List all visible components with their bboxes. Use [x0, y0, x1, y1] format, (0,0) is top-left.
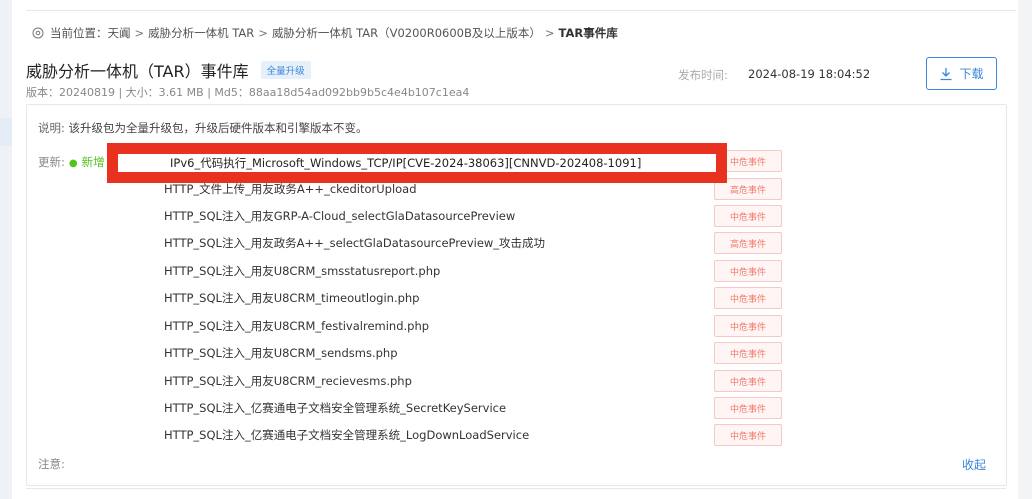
package-meta: 版本：20240819 | 大小：3.61 MB | Md5：88aa18d54… — [26, 86, 470, 99]
event-row: HTTP_SQL注入_用友U8CRM_timeoutlogin.php 中危事件 — [164, 287, 804, 309]
description: 说明: 该升级包为全量升级包，升级后硬件版本和引擎版本不变。 — [38, 120, 368, 136]
event-row: HTTP_SQL注入_亿赛通电子文档安全管理系统_LogDownLoadServ… — [164, 424, 804, 446]
page-title-text: 威胁分析一体机（TAR）事件库 — [26, 62, 249, 81]
main-panel: 当前位置： 天阗 > 威胁分析一体机 TAR > 威胁分析一体机 TAR（V02… — [12, 0, 1018, 499]
description-label: 说明: — [38, 121, 65, 135]
location-pin-icon — [32, 27, 44, 39]
breadcrumb-separator: > — [544, 26, 555, 40]
description-text: 该升级包为全量升级包，升级后硬件版本和引擎版本不变。 — [68, 121, 368, 135]
event-row: HTTP_SQL注入_用友U8CRM_sendsms.php 中危事件 — [164, 342, 804, 364]
highlight-annotation-box: IPv6_代码执行_Microsoft_Windows_TCP/IP[CVE-2… — [107, 143, 727, 183]
download-icon — [940, 67, 952, 80]
event-level-badge: 中危事件 — [714, 205, 782, 227]
event-name: HTTP_SQL注入_用友U8CRM_festivalremind.php — [164, 319, 430, 333]
breadcrumb-item-tar-version[interactable]: 威胁分析一体机 TAR（V0200R0600B及以上版本） — [272, 25, 541, 41]
event-level-badge: 中危事件 — [714, 397, 782, 419]
publish-time-value: 2024-08-19 18:04:52 — [748, 67, 871, 81]
event-row: HTTP_SQL注入_用友GRP-A-Cloud_selectGlaDataso… — [164, 205, 804, 227]
event-name: HTTP_SQL注入_用友GRP-A-Cloud_selectGlaDataso… — [164, 209, 516, 223]
event-name: HTTP_SQL注入_用友政务A++_selectGlaDatasourcePr… — [164, 236, 546, 250]
breadcrumb-separator: > — [258, 26, 268, 40]
upgrade-type-badge: 全量升级 — [260, 61, 311, 79]
breadcrumb-current: TAR事件库 — [558, 26, 618, 40]
event-level-badge: 中危事件 — [714, 424, 782, 446]
update-label-text: 更新: — [38, 155, 65, 169]
highlighted-event-name: IPv6_代码执行_Microsoft_Windows_TCP/IP[CVE-2… — [170, 156, 642, 170]
page-title: 威胁分析一体机（TAR）事件库 全量升级 — [26, 58, 311, 82]
event-level-badge: 中危事件 — [714, 260, 782, 282]
collapse-link[interactable]: 收起 — [962, 456, 986, 473]
event-name: HTTP_SQL注入_用友U8CRM_recievesms.php — [164, 374, 412, 388]
event-row: HTTP_SQL注入_用友政务A++_selectGlaDatasourcePr… — [164, 232, 804, 254]
event-name: HTTP_SQL注入_用友U8CRM_smsstatusreport.php — [164, 264, 441, 278]
publish-time-label: 发布时间: — [678, 68, 728, 82]
download-button-label: 下载 — [959, 67, 984, 81]
event-name: HTTP_SQL注入_用友U8CRM_timeoutlogin.php — [164, 291, 420, 305]
breadcrumb-item-tar[interactable]: 威胁分析一体机 TAR — [148, 25, 254, 41]
event-name: HTTP_SQL注入_用友U8CRM_sendsms.php — [164, 346, 398, 360]
event-level-badge: 中危事件 — [714, 370, 782, 392]
update-label: 更新: ● 新增 — [38, 154, 105, 170]
event-row: HTTP_SQL注入_用友U8CRM_festivalremind.php 中危… — [164, 315, 804, 337]
divider-top — [26, 10, 1016, 11]
event-name: HTTP_SQL注入_亿赛通电子文档安全管理系统_LogDownLoadServ… — [164, 428, 530, 442]
breadcrumb-separator: > — [134, 26, 145, 40]
left-sidebar-strip — [0, 0, 12, 499]
event-level-badge: 中危事件 — [714, 342, 782, 364]
event-name: HTTP_SQL注入_亿赛通电子文档安全管理系统_SecretKeyServic… — [164, 401, 507, 415]
event-row: HTTP_SQL注入_用友U8CRM_recievesms.php 中危事件 — [164, 370, 804, 392]
breadcrumb-item-tianchen[interactable]: 天阗 — [108, 25, 131, 41]
event-row: HTTP_SQL注入_亿赛通电子文档安全管理系统_SecretKeyServic… — [164, 397, 804, 419]
note-label: 注意: — [38, 457, 65, 471]
breadcrumb: 当前位置： 天阗 > 威胁分析一体机 TAR > 威胁分析一体机 TAR（V02… — [32, 25, 618, 41]
event-name: HTTP_文件上传_用友政务A++_ckeditorUpload — [164, 182, 417, 196]
event-level-badge: 高危事件 — [714, 232, 782, 254]
new-label: 新增 — [81, 155, 105, 169]
download-button[interactable]: 下载 — [926, 57, 997, 90]
divider-bottom — [26, 488, 1006, 489]
event-row: HTTP_SQL注入_用友U8CRM_smsstatusreport.php 中… — [164, 260, 804, 282]
new-dot-icon: ● — [68, 158, 78, 169]
event-level-badge: 中危事件 — [714, 287, 782, 309]
sidebar-active-marker — [0, 118, 12, 146]
event-level-badge: 中危事件 — [714, 315, 782, 337]
breadcrumb-prefix: 当前位置： — [50, 26, 108, 40]
